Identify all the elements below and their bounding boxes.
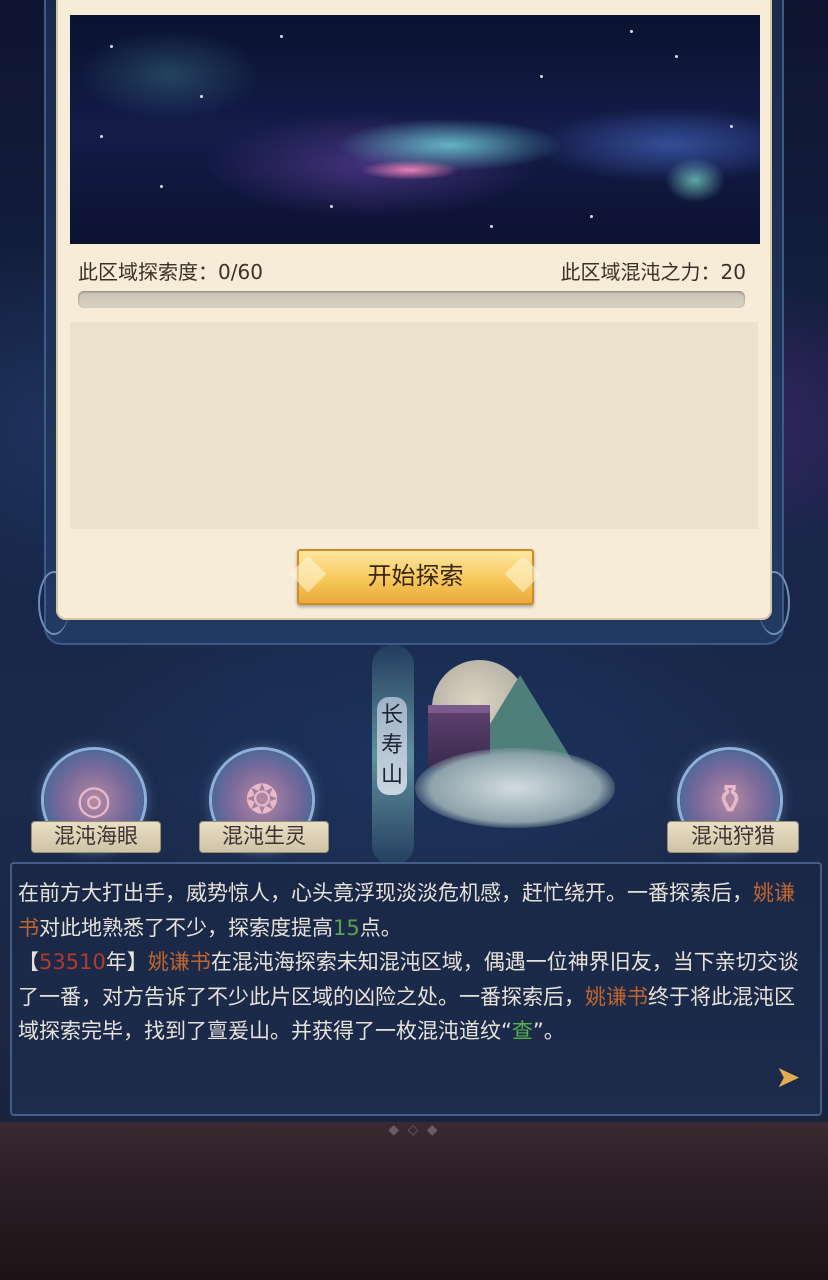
exploration-label: 此区域探索度： [78, 260, 218, 284]
item-name: 查 [511, 1019, 533, 1043]
exploration-progress-bar [78, 291, 745, 308]
expand-arrow-icon[interactable]: ➤ [770, 1060, 806, 1096]
chaos-hunt-label[interactable]: 混沌狩猎 [667, 821, 799, 853]
exploration-value: 0/60 [218, 260, 263, 284]
region-nebula-image [70, 15, 760, 244]
character-name: 姚谦书 [147, 950, 211, 974]
chaos-creature-label[interactable]: 混沌生灵 [199, 821, 329, 853]
exploration-gain: 15 [333, 915, 360, 940]
start-explore-button[interactable]: 开始探索 [297, 549, 534, 605]
log-text: 在前方大打出手，威势惊人，心头竟浮现淡淡危机感，赶忙绕开。一番探索后， [18, 881, 753, 905]
region-stats: 此区域探索度：0/60 此区域混沌之力：20 [78, 256, 746, 284]
bottom-ornament: ◆ ◇ ◆ [388, 1122, 440, 1138]
log-text: 【 [18, 950, 39, 974]
exploration-stat: 此区域探索度：0/60 [78, 256, 263, 285]
log-text: ” [532, 1019, 544, 1043]
log-text: “ [501, 1019, 512, 1043]
chaos-power-label: 此区域混沌之力： [560, 260, 721, 284]
log-text: 。 [543, 1019, 565, 1043]
message-log-text: 在前方大打出手，威势惊人，心头竟浮现淡淡危机感，赶忙绕开。一番探索后， 姚谦书 对此… [18, 876, 810, 1049]
chaos-power-value: 20 [720, 260, 746, 284]
floating-island-image[interactable] [410, 660, 615, 832]
location-name: 长寿山 [377, 697, 407, 795]
cloud-shape [415, 748, 615, 828]
log-text: 对此地熟悉了不少，探索度提高 [39, 915, 333, 940]
bottom-bar [0, 1122, 828, 1280]
log-text: 年】 [105, 950, 148, 974]
character-name: 姚谦书 [585, 984, 648, 1009]
exploration-log-area [70, 322, 758, 529]
chaos-power-stat: 此区域混沌之力：20 [561, 256, 746, 285]
log-text: 点。 [359, 915, 402, 940]
log-year: 53510 [39, 950, 106, 974]
chaos-sea-eye-label[interactable]: 混沌海眼 [31, 821, 161, 853]
